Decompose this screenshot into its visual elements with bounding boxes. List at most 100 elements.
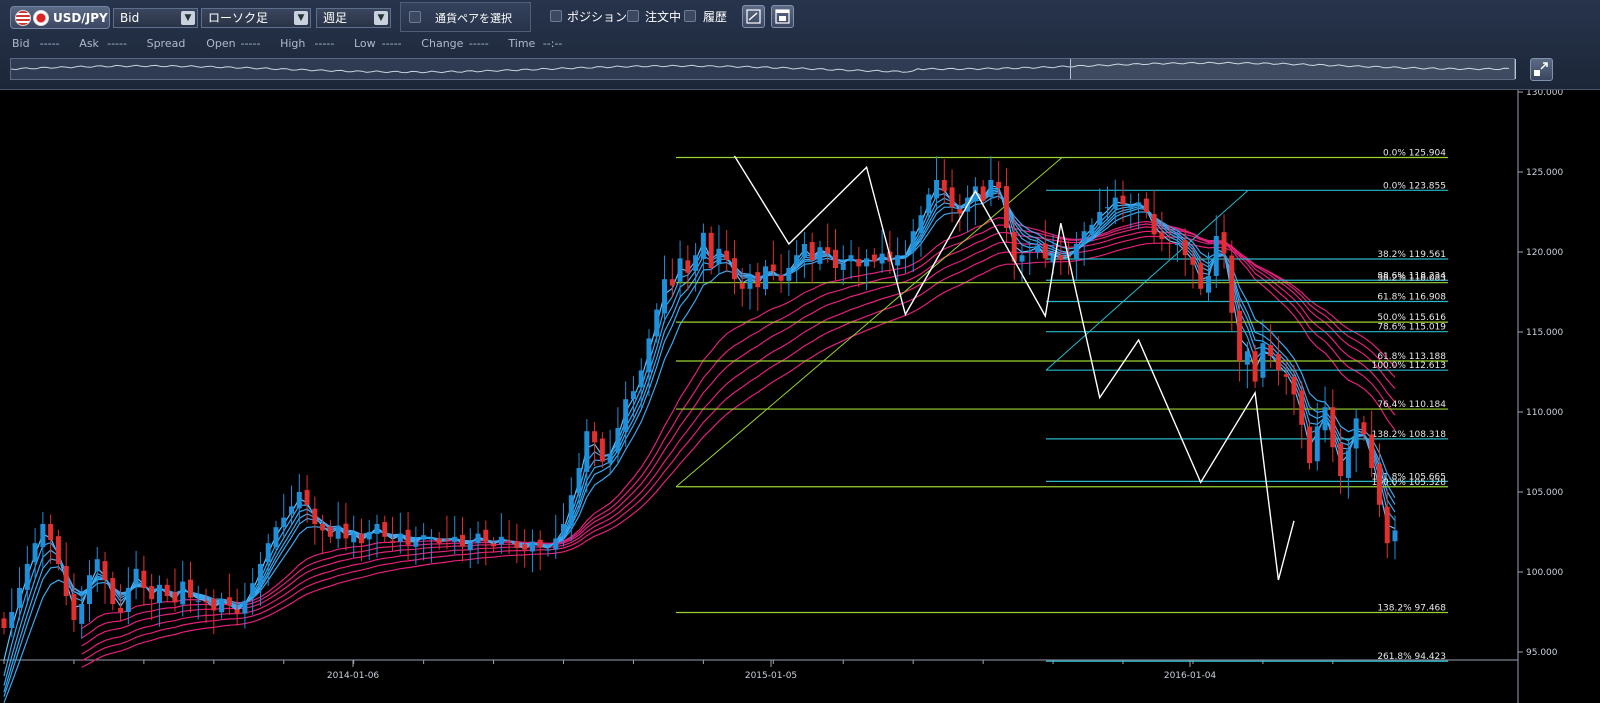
- candle-body: [1198, 262, 1204, 289]
- candle-body: [1330, 407, 1336, 448]
- price-type-select[interactable]: Bid ▼: [113, 8, 198, 28]
- fib-level-label: 100.0% 105.328: [1372, 478, 1447, 488]
- chart-type-value: ローソク足: [208, 11, 269, 25]
- candle-body: [483, 529, 489, 542]
- candle-body: [226, 597, 232, 606]
- candle-body: [871, 254, 877, 262]
- draw-tool-button[interactable]: [742, 5, 765, 28]
- candle-body: [630, 391, 636, 400]
- candle-body: [180, 581, 186, 605]
- candle-body: [428, 538, 434, 540]
- candle-body: [638, 370, 644, 388]
- candle-body: [374, 524, 380, 534]
- candle-body: [211, 598, 217, 611]
- candle-body: [910, 231, 916, 252]
- info-label-high: High: [280, 37, 306, 50]
- candle-body: [273, 527, 279, 548]
- candle-body: [133, 568, 139, 585]
- candle-body: [312, 508, 318, 524]
- candle-body: [327, 526, 333, 537]
- select-pair-tab[interactable]: 通貨ペアを選択: [400, 2, 531, 32]
- candle-body: [475, 533, 481, 544]
- price-chart[interactable]: 0.0% 125.9040.0% 123.85538.2% 119.56188.…: [0, 90, 1600, 703]
- candle-body: [770, 264, 776, 272]
- chart-type-select[interactable]: ローソク足 ▼: [201, 8, 311, 28]
- candle-body: [102, 561, 108, 580]
- candle-body: [304, 490, 310, 505]
- candle-body: [879, 253, 885, 264]
- candle-body: [17, 588, 23, 609]
- candle-body: [957, 209, 963, 214]
- info-label-spread: Spread: [146, 37, 186, 50]
- candle-body: [988, 180, 994, 197]
- candle-body: [677, 258, 683, 282]
- candle-body: [607, 453, 613, 464]
- candle-body: [1167, 243, 1173, 245]
- candle-body: [747, 276, 753, 289]
- candle-body: [421, 535, 427, 540]
- history-checkbox[interactable]: [684, 10, 696, 22]
- candle-body: [1384, 506, 1390, 544]
- chevron-down-icon: ▼: [374, 11, 388, 25]
- candle-body: [825, 247, 831, 254]
- candle-body: [397, 533, 403, 542]
- candle-body: [568, 495, 574, 526]
- candle-body: [1353, 418, 1359, 449]
- currency-pair-button[interactable]: USD/JPY: [10, 6, 110, 29]
- candle-body: [949, 187, 955, 208]
- candle-body: [1275, 354, 1281, 371]
- candle-body: [1027, 250, 1033, 252]
- navigator-selection[interactable]: [1070, 59, 1516, 79]
- candle-body: [529, 541, 535, 552]
- chart-toolbar: USD/JPY Bid ▼ ローソク足 ▼ 週足 ▼ 通貨ペアを選択 ポジション…: [0, 0, 1600, 90]
- currency-pair-label: USD/JPY: [53, 10, 108, 25]
- range-navigator[interactable]: [10, 58, 1516, 80]
- candle-body: [1089, 224, 1095, 236]
- candle-body: [79, 604, 85, 624]
- orders-checkbox[interactable]: [627, 10, 639, 22]
- candle-body: [289, 506, 295, 514]
- candle-body: [257, 564, 263, 586]
- info-value-high: -----: [314, 37, 335, 50]
- candle-body: [1136, 202, 1142, 206]
- candle-body: [164, 584, 170, 596]
- info-label-change: Change: [421, 37, 464, 50]
- candle-body: [55, 536, 61, 564]
- candle-body: [584, 431, 590, 472]
- candle-body: [219, 599, 225, 613]
- window-icon: [775, 9, 790, 24]
- fib-level-label: 100.0% 112.613: [1372, 361, 1446, 371]
- fib-level-label: 261.8% 94.423: [1377, 652, 1446, 662]
- candle-body: [149, 586, 155, 600]
- position-checkbox[interactable]: [550, 10, 562, 22]
- candle-body: [926, 194, 932, 214]
- candle-body: [693, 255, 699, 271]
- candle-body: [755, 272, 761, 288]
- candle-body: [941, 180, 947, 192]
- candle-body: [1299, 390, 1305, 425]
- candle-body: [1151, 213, 1157, 235]
- candle-body: [1229, 255, 1235, 313]
- candle-body: [320, 524, 326, 531]
- candle-body: [592, 431, 598, 443]
- candle-body: [763, 266, 769, 290]
- candle-body: [1283, 374, 1289, 377]
- candle-body: [724, 250, 730, 260]
- x-tick-label: 2014-01-06: [327, 671, 380, 681]
- select-pair-label: 通貨ペアを選択: [435, 12, 512, 25]
- info-label-bid: Bid: [12, 37, 30, 50]
- y-tick-label: 105.000: [1526, 488, 1563, 498]
- select-pair-checkbox[interactable]: [409, 11, 421, 23]
- timeframe-select[interactable]: 週足 ▼: [316, 8, 391, 28]
- navigator-toggle-button[interactable]: [1530, 58, 1553, 81]
- candle-body: [444, 539, 450, 541]
- candle-body: [390, 540, 396, 542]
- candle-body: [234, 609, 240, 614]
- candle-body: [265, 543, 271, 563]
- candle-body: [71, 594, 77, 620]
- fib-level-label: 0.0% 125.904: [1383, 149, 1446, 159]
- candle-body: [1369, 434, 1375, 468]
- indicator-settings-button[interactable]: [771, 5, 794, 28]
- candle-body: [708, 232, 714, 268]
- candle-body: [561, 524, 567, 535]
